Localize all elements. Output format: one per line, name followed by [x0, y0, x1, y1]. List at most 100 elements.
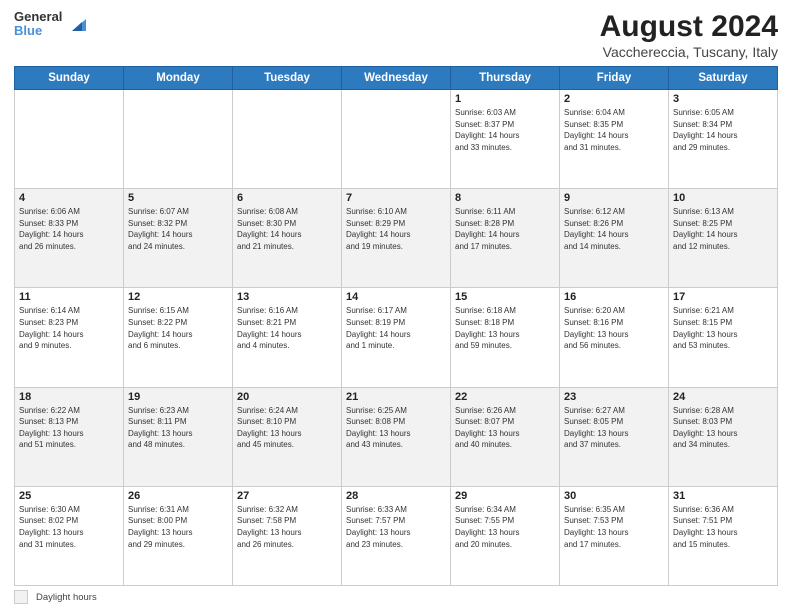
- day-info: Sunrise: 6:22 AM Sunset: 8:13 PM Dayligh…: [19, 405, 119, 451]
- day-info: Sunrise: 6:05 AM Sunset: 8:34 PM Dayligh…: [673, 107, 773, 153]
- header-friday: Friday: [560, 67, 669, 90]
- calendar-week-row: 1Sunrise: 6:03 AM Sunset: 8:37 PM Daylig…: [15, 90, 778, 189]
- header-thursday: Thursday: [451, 67, 560, 90]
- table-row: 4Sunrise: 6:06 AM Sunset: 8:33 PM Daylig…: [15, 189, 124, 288]
- day-info: Sunrise: 6:28 AM Sunset: 8:03 PM Dayligh…: [673, 405, 773, 451]
- legend-label: Daylight hours: [36, 592, 97, 603]
- day-info: Sunrise: 6:17 AM Sunset: 8:19 PM Dayligh…: [346, 305, 446, 351]
- day-number: 21: [346, 391, 446, 403]
- day-info: Sunrise: 6:24 AM Sunset: 8:10 PM Dayligh…: [237, 405, 337, 451]
- day-info: Sunrise: 6:34 AM Sunset: 7:55 PM Dayligh…: [455, 504, 555, 550]
- day-number: 29: [455, 490, 555, 502]
- calendar-week-row: 18 Sunrise: 6:22 AM Sunset: 8:13 PM Dayli…: [15, 387, 778, 486]
- day-info: Sunrise: 6:07 AM Sunset: 8:32 PM Dayligh…: [128, 206, 228, 252]
- table-row: 29 Sunrise: 6:34 AM Sunset: 7:55 PM Dayli…: [451, 486, 560, 585]
- day-number: 16: [564, 291, 664, 303]
- day-number: 27: [237, 490, 337, 502]
- day-info: Sunrise: 6:11 AM Sunset: 8:28 PM Dayligh…: [455, 206, 555, 252]
- table-row: 24Sunrise: 6:28 AM Sunset: 8:03 PM Dayli…: [669, 387, 778, 486]
- table-row: 31 Sunrise: 6:36 AM Sunset: 7:51 PM Dayli…: [669, 486, 778, 585]
- logo-text: General Blue: [14, 10, 62, 39]
- day-info: Sunrise: 6:13 AM Sunset: 8:25 PM Dayligh…: [673, 206, 773, 252]
- header-monday: Monday: [124, 67, 233, 90]
- calendar-week-row: 11Sunrise: 6:14 AM Sunset: 8:23 PM Dayli…: [15, 288, 778, 387]
- day-number: 15: [455, 291, 555, 303]
- day-info: Sunrise: 6:21 AM Sunset: 8:15 PM Dayligh…: [673, 305, 773, 351]
- day-number: 25: [19, 490, 119, 502]
- day-number: 19: [128, 391, 228, 403]
- logo-line1: General: [14, 10, 62, 24]
- day-info: Sunrise: 6:33 AM Sunset: 7:57 PM Dayligh…: [346, 504, 446, 550]
- day-info: Sunrise: 6:04 AM Sunset: 8:35 PM Dayligh…: [564, 107, 664, 153]
- day-info: Sunrise: 6:18 AM Sunset: 8:18 PM Dayligh…: [455, 305, 555, 351]
- table-row: 20 Sunrise: 6:24 AM Sunset: 8:10 PM Dayli…: [233, 387, 342, 486]
- table-row: 25 Sunrise: 6:30 AM Sunset: 8:02 PM Dayli…: [15, 486, 124, 585]
- table-row: [15, 90, 124, 189]
- calendar-table: Sunday Monday Tuesday Wednesday Thursday…: [14, 66, 778, 586]
- day-number: 31: [673, 490, 773, 502]
- calendar-header-row: Sunday Monday Tuesday Wednesday Thursday…: [15, 67, 778, 90]
- table-row: 28Sunrise: 6:33 AM Sunset: 7:57 PM Dayli…: [342, 486, 451, 585]
- day-number: 17: [673, 291, 773, 303]
- day-number: 6: [237, 192, 337, 204]
- day-info: Sunrise: 6:12 AM Sunset: 8:26 PM Dayligh…: [564, 206, 664, 252]
- title-block: August 2024 Vacchereccia, Tuscany, Italy: [600, 10, 778, 60]
- table-row: 7Sunrise: 6:10 AM Sunset: 8:29 PM Daylig…: [342, 189, 451, 288]
- table-row: [124, 90, 233, 189]
- day-number: 26: [128, 490, 228, 502]
- day-info: Sunrise: 6:36 AM Sunset: 7:51 PM Dayligh…: [673, 504, 773, 550]
- table-row: 18 Sunrise: 6:22 AM Sunset: 8:13 PM Dayli…: [15, 387, 124, 486]
- day-info: Sunrise: 6:27 AM Sunset: 8:05 PM Dayligh…: [564, 405, 664, 451]
- day-number: 2: [564, 93, 664, 105]
- day-number: 22: [455, 391, 555, 403]
- day-number: 30: [564, 490, 664, 502]
- table-row: 11Sunrise: 6:14 AM Sunset: 8:23 PM Dayli…: [15, 288, 124, 387]
- day-number: 1: [455, 93, 555, 105]
- table-row: 13 Sunrise: 6:16 AM Sunset: 8:21 PM Dayli…: [233, 288, 342, 387]
- day-number: 23: [564, 391, 664, 403]
- table-row: [342, 90, 451, 189]
- table-row: 26 Sunrise: 6:31 AM Sunset: 8:00 PM Dayli…: [124, 486, 233, 585]
- day-info: Sunrise: 6:10 AM Sunset: 8:29 PM Dayligh…: [346, 206, 446, 252]
- table-row: 9 Sunrise: 6:12 AM Sunset: 8:26 PM Daylig…: [560, 189, 669, 288]
- day-number: 8: [455, 192, 555, 204]
- day-info: Sunrise: 6:20 AM Sunset: 8:16 PM Dayligh…: [564, 305, 664, 351]
- table-row: 15 Sunrise: 6:18 AM Sunset: 8:18 PM Dayli…: [451, 288, 560, 387]
- day-info: Sunrise: 6:31 AM Sunset: 8:00 PM Dayligh…: [128, 504, 228, 550]
- legend-box: [14, 590, 28, 604]
- table-row: 5Sunrise: 6:07 AM Sunset: 8:32 PM Daylig…: [124, 189, 233, 288]
- header-tuesday: Tuesday: [233, 67, 342, 90]
- table-row: 23 Sunrise: 6:27 AM Sunset: 8:05 PM Dayli…: [560, 387, 669, 486]
- table-row: 1Sunrise: 6:03 AM Sunset: 8:37 PM Daylig…: [451, 90, 560, 189]
- day-info: Sunrise: 6:14 AM Sunset: 8:23 PM Dayligh…: [19, 305, 119, 351]
- table-row: 10 Sunrise: 6:13 AM Sunset: 8:25 PM Dayli…: [669, 189, 778, 288]
- day-info: Sunrise: 6:32 AM Sunset: 7:58 PM Dayligh…: [237, 504, 337, 550]
- header-saturday: Saturday: [669, 67, 778, 90]
- day-number: 18: [19, 391, 119, 403]
- table-row: 14Sunrise: 6:17 AM Sunset: 8:19 PM Dayli…: [342, 288, 451, 387]
- day-info: Sunrise: 6:23 AM Sunset: 8:11 PM Dayligh…: [128, 405, 228, 451]
- day-info: Sunrise: 6:26 AM Sunset: 8:07 PM Dayligh…: [455, 405, 555, 451]
- day-info: Sunrise: 6:15 AM Sunset: 8:22 PM Dayligh…: [128, 305, 228, 351]
- table-row: 16 Sunrise: 6:20 AM Sunset: 8:16 PM Dayli…: [560, 288, 669, 387]
- day-number: 9: [564, 192, 664, 204]
- day-info: Sunrise: 6:30 AM Sunset: 8:02 PM Dayligh…: [19, 504, 119, 550]
- table-row: [233, 90, 342, 189]
- day-info: Sunrise: 6:16 AM Sunset: 8:21 PM Dayligh…: [237, 305, 337, 351]
- table-row: 30Sunrise: 6:35 AM Sunset: 7:53 PM Dayli…: [560, 486, 669, 585]
- table-row: 27 Sunrise: 6:32 AM Sunset: 7:58 PM Dayli…: [233, 486, 342, 585]
- logo-line2: Blue: [14, 24, 62, 38]
- day-info: Sunrise: 6:25 AM Sunset: 8:08 PM Dayligh…: [346, 405, 446, 451]
- day-number: 12: [128, 291, 228, 303]
- day-number: 13: [237, 291, 337, 303]
- day-number: 10: [673, 192, 773, 204]
- table-row: 21 Sunrise: 6:25 AM Sunset: 8:08 PM Dayli…: [342, 387, 451, 486]
- day-number: 20: [237, 391, 337, 403]
- table-row: 22 Sunrise: 6:26 AM Sunset: 8:07 PM Dayli…: [451, 387, 560, 486]
- header-wednesday: Wednesday: [342, 67, 451, 90]
- table-row: 12 Sunrise: 6:15 AM Sunset: 8:22 PM Dayli…: [124, 288, 233, 387]
- day-number: 4: [19, 192, 119, 204]
- table-row: 17 Sunrise: 6:21 AM Sunset: 8:15 PM Dayli…: [669, 288, 778, 387]
- page: General Blue August 2024 Vacchereccia, T…: [0, 0, 792, 612]
- table-row: 19 Sunrise: 6:23 AM Sunset: 8:11 PM Dayli…: [124, 387, 233, 486]
